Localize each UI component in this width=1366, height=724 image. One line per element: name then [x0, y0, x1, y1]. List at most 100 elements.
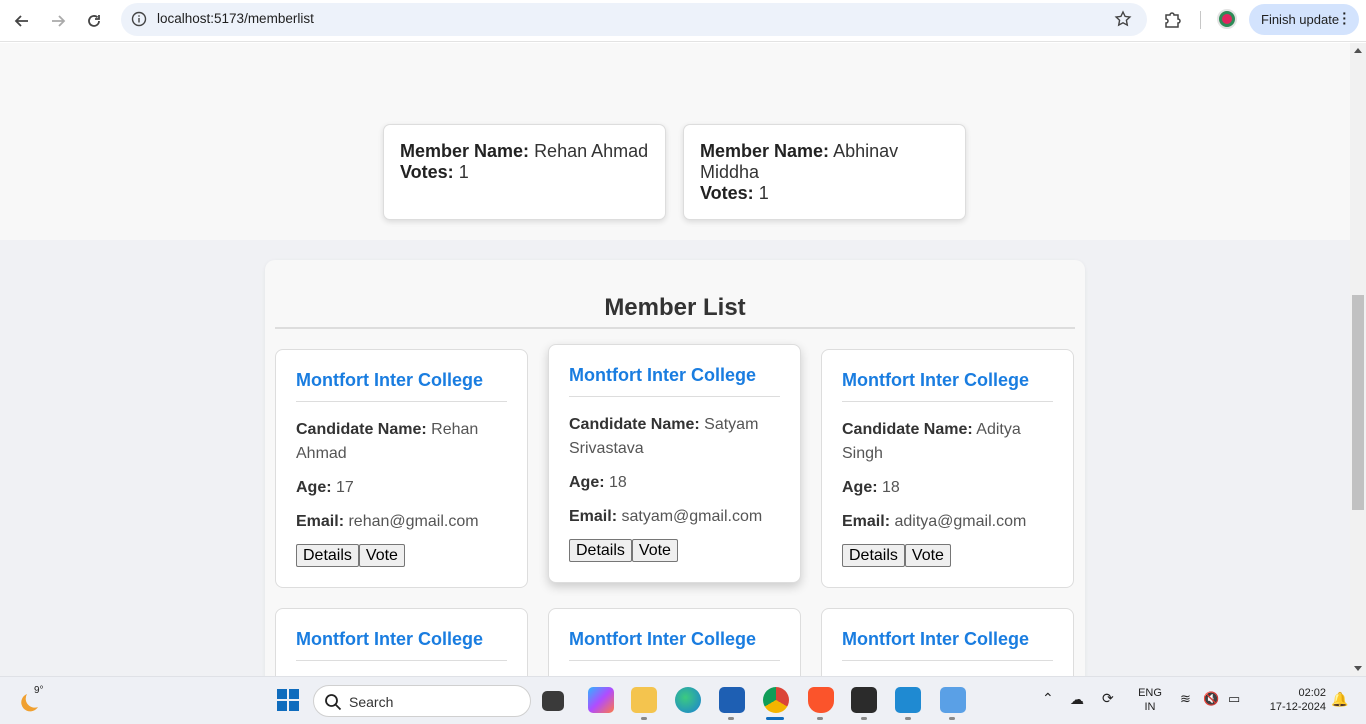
email-field: Email: satyam@gmail.com — [569, 505, 780, 529]
title-divider — [275, 327, 1075, 329]
votes-value: 1 — [458, 162, 469, 182]
college-name-link[interactable]: Montfort Inter College — [842, 370, 1053, 402]
details-button[interactable]: Details — [569, 539, 632, 562]
edge-browser-icon[interactable] — [675, 687, 701, 713]
reload-icon — [88, 15, 100, 27]
college-name-link[interactable]: Montfort Inter College — [569, 365, 780, 397]
region-label: IN — [1144, 701, 1156, 713]
running-indicator — [728, 717, 734, 720]
microsoft-store-icon[interactable] — [719, 687, 745, 713]
taskbar-search[interactable]: Search — [313, 685, 531, 717]
age-field: Age: 17 — [296, 476, 507, 500]
active-indicator — [766, 717, 784, 720]
wifi-icon[interactable]: ≋ — [1180, 692, 1191, 706]
battery-icon[interactable]: ▭ — [1228, 692, 1240, 706]
card-actions: Details Vote — [842, 544, 1053, 567]
age-field: Age: 18 — [569, 471, 780, 495]
url-text[interactable]: localhost:5173/memberlist — [157, 11, 314, 26]
vscode-icon[interactable] — [895, 687, 921, 713]
address-bar[interactable]: localhost:5173/memberlist — [121, 3, 1147, 36]
email-label: Email: — [842, 513, 891, 530]
result-card: Member Name: Rehan Ahmad Votes: 1 — [383, 124, 666, 220]
notepad-icon[interactable] — [940, 687, 966, 713]
card-actions: Details Vote — [296, 544, 507, 567]
clock[interactable]: 02:02 17-12-2024 — [1256, 686, 1326, 714]
back-arrow-icon — [14, 15, 28, 27]
college-name-link[interactable]: Montfort Inter College — [842, 629, 1053, 661]
email-field: Email: aditya@gmail.com — [842, 510, 1053, 534]
age-value: 17 — [336, 479, 354, 496]
windows-taskbar: 9° Search ⌃ ☁ ⟳ ENG IN ≋ 🔇 ▭ 02:02 17-12… — [0, 676, 1366, 724]
file-explorer-icon[interactable] — [631, 687, 657, 713]
finish-update-button[interactable]: Finish update · · · — [1249, 4, 1359, 35]
college-name-link[interactable]: Montfort Inter College — [296, 629, 507, 661]
profile-avatar[interactable] — [1217, 9, 1237, 29]
details-button[interactable]: Details — [296, 544, 359, 567]
task-view-icon[interactable] — [542, 691, 564, 711]
card-actions: Details Vote — [569, 539, 780, 562]
show-hidden-icons-chevron-icon[interactable]: ⌃ — [1042, 691, 1054, 705]
email-label: Email: — [569, 508, 618, 525]
member-list-title: Member List — [604, 294, 746, 321]
kebab-menu-icon[interactable]: · · · — [1342, 6, 1347, 30]
candidate-card: Montfort Inter College — [821, 608, 1074, 676]
votes-value: 1 — [758, 183, 769, 203]
college-name-link[interactable]: Montfort Inter College — [569, 629, 780, 661]
back-button[interactable] — [8, 7, 36, 35]
email-value: aditya@gmail.com — [894, 513, 1027, 530]
brave-browser-icon[interactable] — [808, 687, 834, 713]
college-name-link[interactable]: Montfort Inter College — [296, 370, 507, 402]
email-value: rehan@gmail.com — [348, 513, 479, 530]
candidate-name-field: Candidate Name: Satyam Srivastava — [569, 413, 780, 461]
sync-icon[interactable]: ⟳ — [1102, 691, 1114, 705]
finish-update-label: Finish update — [1261, 12, 1340, 27]
member-name-value: Rehan Ahmad — [534, 141, 649, 161]
clock-date: 17-12-2024 — [1269, 701, 1326, 713]
chrome-icon[interactable] — [763, 687, 789, 713]
forward-button[interactable] — [44, 7, 72, 35]
scroll-down-icon[interactable] — [1354, 666, 1362, 671]
votes-label: Votes: — [400, 162, 454, 182]
bookmark-star-icon[interactable] — [1113, 9, 1133, 29]
running-indicator — [905, 717, 911, 720]
extensions-puzzle-icon[interactable] — [1162, 8, 1184, 30]
reload-button[interactable] — [80, 7, 108, 35]
candidate-name-label: Candidate Name: — [842, 421, 973, 438]
running-indicator — [861, 717, 867, 720]
onedrive-cloud-icon[interactable]: ☁ — [1070, 692, 1084, 706]
candidate-card: Montfort Inter College Candidate Name: R… — [275, 349, 528, 588]
running-indicator — [949, 717, 955, 720]
candidate-card: Montfort Inter College Candidate Name: S… — [548, 344, 801, 583]
vote-button[interactable]: Vote — [631, 539, 678, 562]
scrollbar-thumb[interactable] — [1352, 295, 1364, 510]
age-label: Age: — [842, 479, 878, 496]
toolbar-divider — [1200, 11, 1201, 29]
vote-button[interactable]: Vote — [358, 544, 405, 567]
language-label: ENG — [1138, 687, 1162, 699]
age-value: 18 — [609, 474, 627, 491]
member-name-label: Member Name: — [700, 141, 830, 161]
email-field: Email: rehan@gmail.com — [296, 510, 507, 534]
terminal-icon[interactable] — [851, 687, 877, 713]
page-viewport: Member Name: Rehan Ahmad Votes: 1 Member… — [0, 43, 1350, 676]
windows-start-icon[interactable] — [275, 687, 301, 713]
language-indicator[interactable]: ENG IN — [1134, 686, 1166, 714]
candidate-card: Montfort Inter College — [275, 608, 528, 676]
vote-button[interactable]: Vote — [904, 544, 951, 567]
candidate-name-label: Candidate Name: — [569, 416, 700, 433]
result-card: Member Name: Abhinav Middha Votes: 1 — [683, 124, 966, 220]
scroll-up-icon[interactable] — [1354, 48, 1362, 53]
member-list-panel: Member List Montfort Inter College Candi… — [265, 260, 1085, 676]
age-field: Age: 18 — [842, 476, 1053, 500]
details-button[interactable]: Details — [842, 544, 905, 567]
clock-time: 02:02 — [1298, 687, 1326, 699]
member-name-label: Member Name: — [400, 141, 530, 161]
page-scrollbar[interactable] — [1350, 43, 1366, 676]
site-info-icon[interactable] — [130, 10, 148, 28]
copilot-icon[interactable] — [588, 687, 614, 713]
notification-bell-icon[interactable]: 🔔 — [1331, 692, 1348, 706]
search-placeholder: Search — [349, 694, 394, 710]
candidate-name-field: Candidate Name: Rehan Ahmad — [296, 418, 507, 466]
speaker-muted-icon[interactable]: 🔇 — [1203, 692, 1219, 706]
age-label: Age: — [296, 479, 332, 496]
